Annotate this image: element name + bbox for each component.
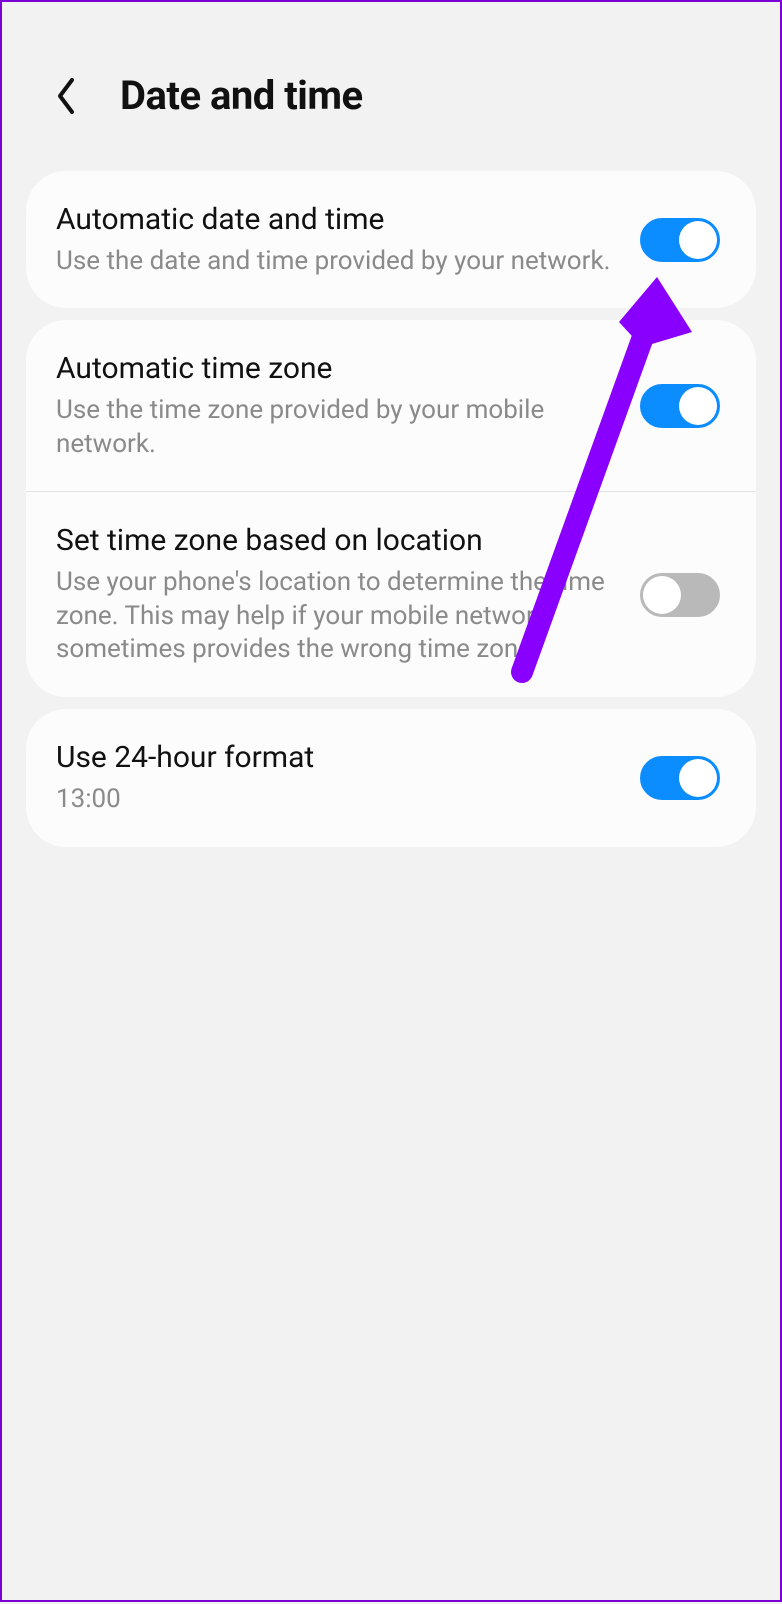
row-text: Set time zone based on location Use your… bbox=[56, 522, 620, 667]
toggle-auto-time-zone[interactable] bbox=[640, 384, 720, 428]
settings-group: Automatic date and time Use the date and… bbox=[26, 171, 756, 308]
row-text: Automatic time zone Use the time zone pr… bbox=[56, 350, 620, 461]
row-use-24h[interactable]: Use 24-hour format 13:00 bbox=[26, 709, 756, 846]
toggle-set-tz-location[interactable] bbox=[640, 573, 720, 617]
row-title: Automatic time zone bbox=[56, 350, 620, 388]
row-subtitle: Use your phone's location to determine t… bbox=[56, 566, 620, 667]
page-title: Date and time bbox=[120, 72, 363, 119]
row-subtitle: 13:00 bbox=[56, 783, 620, 817]
row-auto-time-zone[interactable]: Automatic time zone Use the time zone pr… bbox=[26, 320, 756, 491]
row-text: Automatic date and time Use the date and… bbox=[56, 201, 620, 278]
back-icon[interactable] bbox=[52, 76, 80, 116]
row-auto-date-time[interactable]: Automatic date and time Use the date and… bbox=[26, 171, 756, 308]
row-title: Automatic date and time bbox=[56, 201, 620, 239]
settings-group: Automatic time zone Use the time zone pr… bbox=[26, 320, 756, 697]
row-text: Use 24-hour format 13:00 bbox=[56, 739, 620, 816]
header: Date and time bbox=[2, 2, 780, 159]
row-subtitle: Use the time zone provided by your mobil… bbox=[56, 394, 620, 462]
row-subtitle: Use the date and time provided by your n… bbox=[56, 245, 620, 279]
toggle-auto-date-time[interactable] bbox=[640, 218, 720, 262]
toggle-use-24h[interactable] bbox=[640, 756, 720, 800]
row-set-tz-location[interactable]: Set time zone based on location Use your… bbox=[26, 491, 756, 697]
settings-group: Use 24-hour format 13:00 bbox=[26, 709, 756, 846]
row-title: Use 24-hour format bbox=[56, 739, 620, 777]
row-title: Set time zone based on location bbox=[56, 522, 620, 560]
